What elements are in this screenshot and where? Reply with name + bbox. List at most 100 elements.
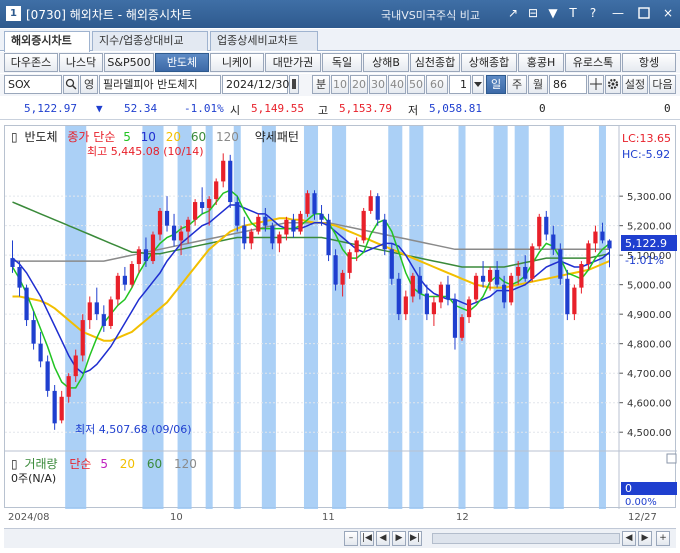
price-chart[interactable]: 4,500.00 4,600.00 4,700.00 4,800.00 4,900.00… xyxy=(5,126,677,509)
period-week-button[interactable]: 주 xyxy=(507,75,527,94)
candle-body xyxy=(164,210,170,226)
open-price: 5,149.55 xyxy=(251,102,304,115)
candle-body xyxy=(94,302,99,315)
candle-body xyxy=(193,202,198,220)
y-tick-label: 4,600.00 xyxy=(627,399,672,410)
market-nasdaq-button[interactable]: 나스닥 xyxy=(59,53,103,72)
zoom-in-icon[interactable]: + xyxy=(656,531,670,546)
market-semiconductor-button[interactable]: 반도체 xyxy=(155,53,209,72)
interval-40-button[interactable]: 40 xyxy=(388,75,406,94)
date-field[interactable]: 2024/12/30 xyxy=(222,75,289,94)
candle-body xyxy=(277,234,282,244)
market-germany-button[interactable]: 독일 xyxy=(322,53,362,72)
help-icon[interactable]: ? xyxy=(585,5,601,21)
link-icon[interactable]: ↗ xyxy=(505,5,521,21)
zoom-out-icon[interactable]: – xyxy=(344,531,358,546)
next-button[interactable]: 다음 xyxy=(649,75,676,94)
minute-button[interactable]: 분 xyxy=(312,75,330,94)
volume-axis-value: 0 xyxy=(625,482,632,495)
legend-ma-label: 종가 단순 xyxy=(67,130,115,144)
hc-label: HC:-5.92 xyxy=(622,148,670,161)
market-sp500-button[interactable]: S&P500 xyxy=(104,53,154,72)
count-field[interactable]: 1 xyxy=(449,75,471,94)
market-nikkei-button[interactable]: 니케이 xyxy=(210,53,264,72)
interval-10-button[interactable]: 10 xyxy=(331,75,349,94)
candle-body xyxy=(509,275,514,303)
type-selector[interactable]: 영 xyxy=(80,75,98,94)
candle-body xyxy=(544,216,549,235)
scroll-right-icon[interactable]: ▶ xyxy=(638,531,652,546)
count-dropdown-icon[interactable] xyxy=(472,75,484,94)
candle-body xyxy=(59,396,64,421)
crosshair-icon[interactable] xyxy=(588,75,604,94)
gear-icon[interactable] xyxy=(605,75,621,94)
market-shanghai-b-button[interactable]: 상해B xyxy=(363,53,409,72)
interval-30-button[interactable]: 30 xyxy=(369,75,387,94)
candle-body xyxy=(200,202,205,208)
market-eurostoxx-button[interactable]: 유로스톡 xyxy=(565,53,621,72)
interval-50-button[interactable]: 50 xyxy=(407,75,425,94)
candle-body xyxy=(108,299,113,326)
candle-body xyxy=(270,225,275,244)
volume-box-icon: ▯ xyxy=(11,457,18,471)
candle-body xyxy=(466,299,472,318)
maximize-icon[interactable] xyxy=(636,5,652,21)
first-page-icon[interactable]: |◀ xyxy=(360,531,374,546)
market-shanghai-button[interactable]: 상해종합 xyxy=(461,53,517,72)
period-day-button[interactable]: 일 xyxy=(486,75,506,94)
symbol-search-icon[interactable] xyxy=(63,75,79,94)
candle-body xyxy=(340,272,345,285)
compare-link[interactable]: 국내VS미국주식 비교 xyxy=(381,7,480,23)
layout-icon[interactable]: ⊟ xyxy=(525,5,541,21)
date-label-last: 12/27 xyxy=(628,512,657,523)
y-tick-label: 4,800.00 xyxy=(627,340,672,351)
legend-ma120: 120 xyxy=(216,130,239,144)
tab-sector-detail[interactable]: 업종상세비교차트 xyxy=(210,31,318,51)
market-dow-button[interactable]: 다우존스 xyxy=(4,53,58,72)
volume-panel-toggle-icon[interactable] xyxy=(666,453,677,464)
window-title: [0730] 해외차트 - 해외증시차트 xyxy=(26,8,193,22)
market-shenzhen-button[interactable]: 심천종합 xyxy=(410,53,460,72)
last-page-icon[interactable]: ▶| xyxy=(408,531,422,546)
interval-60-button[interactable]: 60 xyxy=(426,75,448,94)
interval-20-button[interactable]: 20 xyxy=(350,75,368,94)
last-pct-label: -1.01% xyxy=(625,254,664,267)
candle-body xyxy=(333,255,338,285)
period-month-button[interactable]: 월 xyxy=(528,75,548,94)
candle-body xyxy=(473,275,479,300)
minimize-icon[interactable]: — xyxy=(610,5,626,21)
next-page-icon[interactable]: ▶ xyxy=(392,531,406,546)
prev-page-icon[interactable]: ◀ xyxy=(376,531,390,546)
tab-overseas-chart[interactable]: 해외증시차트 xyxy=(4,31,90,52)
price-chart-panel[interactable]: 4,500.00 4,600.00 4,700.00 4,800.00 4,900.00… xyxy=(4,125,677,509)
date-picker-icon[interactable] xyxy=(289,75,299,94)
candle-body xyxy=(10,258,15,267)
lc-label: LC:13.65 xyxy=(622,132,671,145)
volume-value: 0 xyxy=(539,102,546,115)
volume-ma60: 60 xyxy=(147,457,162,471)
candle-body xyxy=(115,275,120,300)
candle-body xyxy=(284,219,289,235)
highlight-band xyxy=(142,126,164,509)
tab-relative-compare[interactable]: 지수/업종상대비교 xyxy=(92,31,208,51)
candle-body xyxy=(235,202,240,226)
close-icon[interactable]: × xyxy=(660,5,676,21)
market-taiwan-button[interactable]: 대만가권 xyxy=(265,53,321,72)
dropdown-icon[interactable]: ▼ xyxy=(545,5,561,21)
bars-count-field[interactable]: 86 xyxy=(549,75,587,94)
scroll-track[interactable] xyxy=(432,533,620,544)
candle-body xyxy=(31,320,36,344)
candle-body xyxy=(368,196,373,211)
scroll-left-icon[interactable]: ◀ xyxy=(622,531,636,546)
candle-body xyxy=(516,266,521,276)
settings-button[interactable]: 설정 xyxy=(622,75,648,94)
tab-bar: 해외증시차트 지수/업종상대비교 업종상세비교차트 xyxy=(0,29,680,52)
candle-body xyxy=(396,278,401,315)
symbol-field[interactable]: SOX xyxy=(4,75,62,94)
market-hangseng-button[interactable]: 항셍 xyxy=(622,53,676,72)
market-hongkong-h-button[interactable]: 홍콩H xyxy=(518,53,564,72)
font-icon[interactable]: T xyxy=(565,5,581,21)
candle-body xyxy=(185,219,191,232)
candle-body xyxy=(171,225,177,241)
candle-body xyxy=(579,264,584,288)
